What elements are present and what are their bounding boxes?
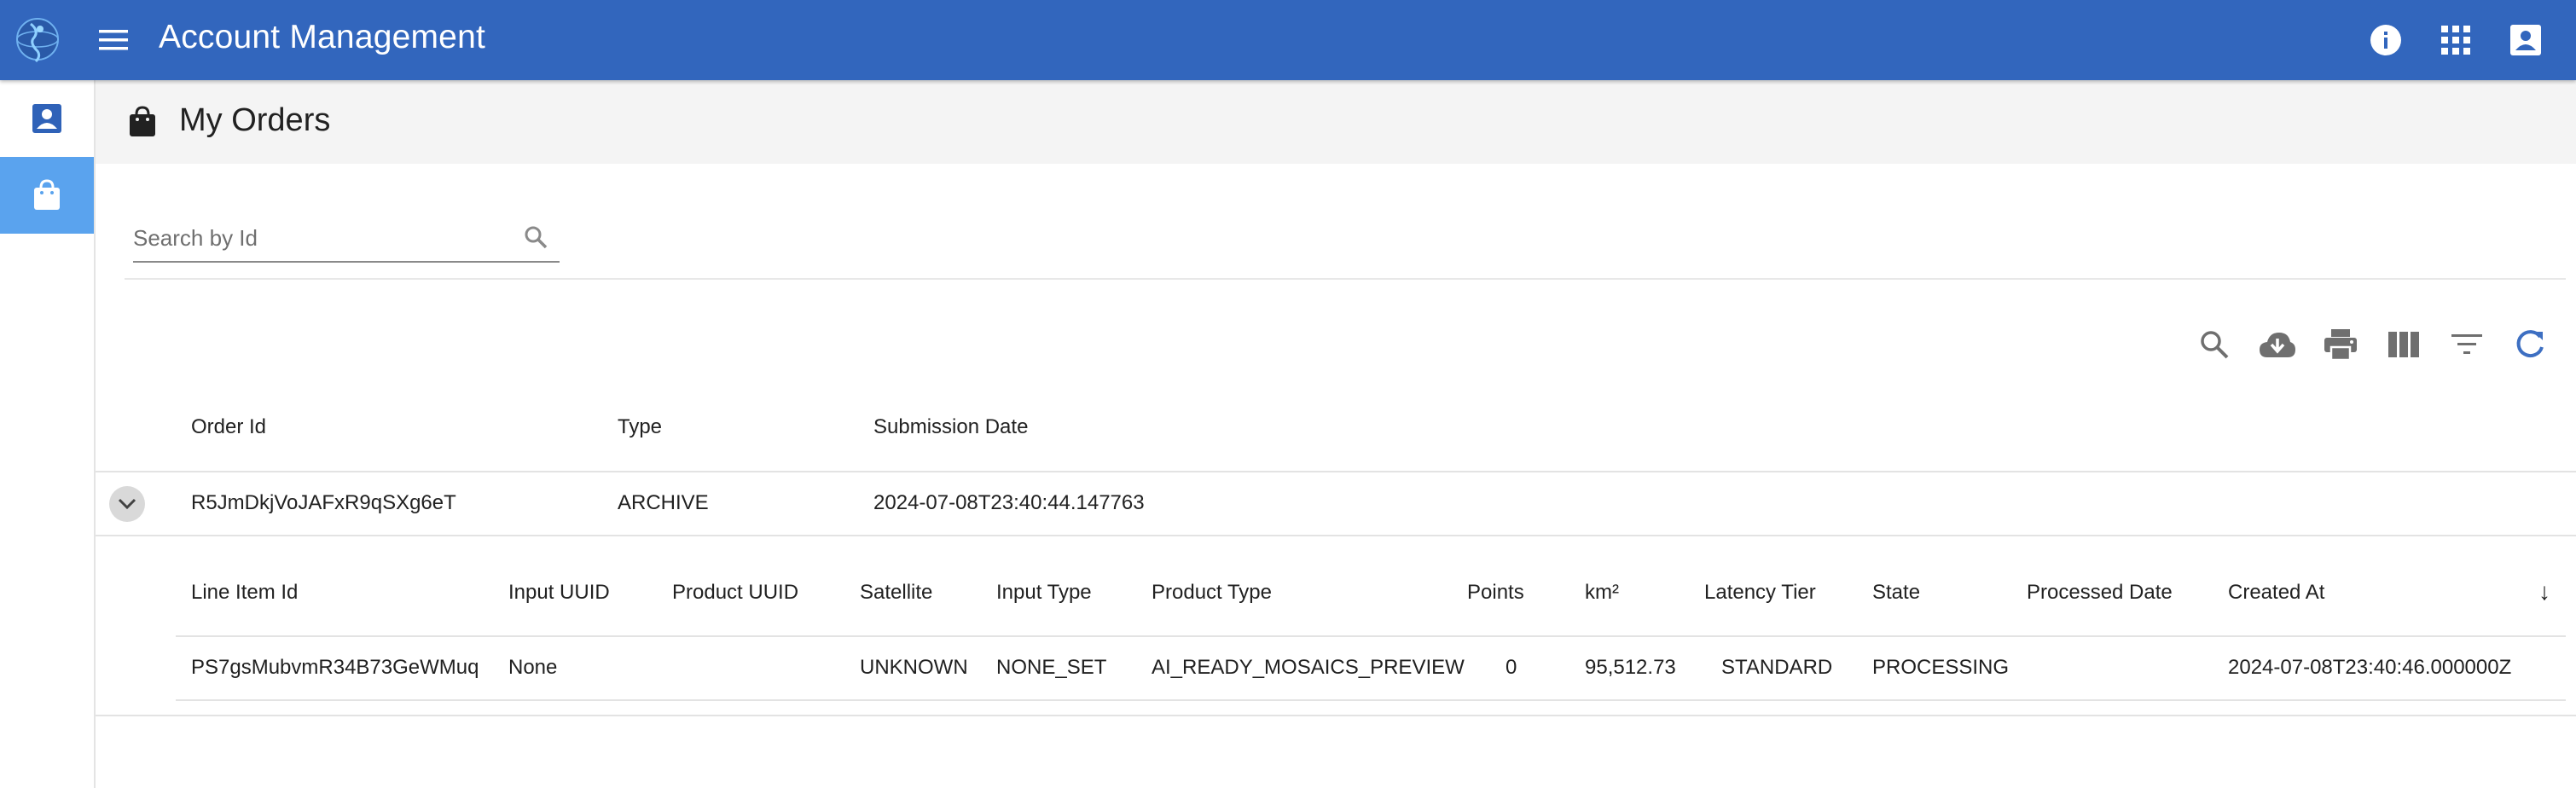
filter-button[interactable] (2446, 324, 2487, 365)
expand-row-button[interactable] (109, 486, 145, 522)
refresh-icon (2516, 330, 2544, 358)
print-button[interactable] (2320, 324, 2361, 365)
column-header-state[interactable]: State (1872, 581, 1920, 605)
order-id-cell: R5JmDkjVoJAFxR9qSXg6eT (191, 491, 456, 514)
app-title: Account Management (159, 19, 485, 55)
column-header-processed-date[interactable]: Processed Date (2027, 581, 2173, 605)
apps-button[interactable] (2436, 20, 2475, 60)
page-header: My Orders (96, 80, 2576, 164)
points-cell: 0 (1506, 656, 1517, 679)
print-icon (2324, 329, 2357, 361)
info-icon (2370, 25, 2401, 55)
input-uuid-cell: None (508, 656, 558, 679)
refresh-button[interactable] (2509, 324, 2550, 365)
column-header-product-uuid[interactable]: Product UUID (672, 581, 798, 605)
sidebar-item-account[interactable] (0, 80, 94, 157)
header-divider (96, 471, 2576, 472)
search-icon[interactable] (522, 223, 549, 251)
column-header-latency-tier[interactable]: Latency Tier (1704, 581, 1816, 605)
menu-icon (99, 30, 128, 50)
column-header-input-type[interactable]: Input Type (996, 581, 1092, 605)
km2-cell: 95,512.73 (1585, 656, 1676, 679)
apps-grid-icon (2441, 26, 2470, 55)
filter-list-icon (2451, 334, 2482, 354)
menu-button[interactable] (94, 20, 133, 60)
shopping-bag-icon (128, 106, 162, 140)
satellite-cell: UNKNOWN (860, 656, 968, 679)
table-search-button[interactable] (2194, 324, 2235, 365)
divider (125, 278, 2566, 280)
subheader-divider (176, 635, 2566, 637)
subrow-divider (176, 699, 2566, 701)
search-icon (2201, 331, 2229, 359)
column-header-satellite[interactable]: Satellite (860, 581, 932, 605)
column-header-product-type[interactable]: Product Type (1152, 581, 1272, 605)
column-header-input-uuid[interactable]: Input UUID (508, 581, 610, 605)
top-app-bar: Account Management (0, 0, 2576, 80)
column-header-km2[interactable]: km² (1585, 581, 1619, 605)
column-header-type[interactable]: Type (618, 415, 662, 439)
account-box-icon (2510, 25, 2541, 55)
created-at-cell: 2024-07-08T23:40:46.000000Z (2228, 656, 2512, 679)
state-cell: PROCESSING (1872, 656, 2010, 679)
view-column-icon (2388, 332, 2419, 357)
column-header-submission-date[interactable]: Submission Date (873, 415, 1028, 439)
line-item-id-cell: PS7gsMubvmR34B73GeWMuq (191, 656, 479, 679)
globe-logo-icon[interactable] (12, 9, 63, 70)
sort-arrow-icon[interactable]: ↓ (2538, 578, 2550, 605)
column-header-created-at[interactable]: Created At (2228, 581, 2324, 605)
account-button[interactable] (2506, 20, 2545, 60)
column-header-line-item-id[interactable]: Line Item Id (191, 581, 298, 605)
chevron-down-icon (118, 498, 136, 510)
product-type-cell: AI_READY_MOSAICS_PREVIEW (1152, 656, 1465, 679)
column-header-points[interactable]: Points (1467, 581, 1524, 605)
row-divider (96, 535, 2576, 536)
sidebar-nav (0, 80, 96, 788)
order-type-cell: ARCHIVE (618, 491, 709, 514)
download-button[interactable] (2257, 324, 2298, 365)
sidebar-item-orders[interactable] (0, 157, 94, 234)
input-type-cell: NONE_SET (996, 656, 1107, 679)
account-box-icon (32, 104, 61, 133)
info-button[interactable] (2366, 20, 2405, 60)
search-input[interactable] (133, 218, 508, 258)
column-header-order-id[interactable]: Order Id (191, 415, 266, 439)
cloud-download-icon (2260, 333, 2295, 357)
shopping-bag-icon (34, 179, 60, 210)
table-bottom-divider (96, 715, 2576, 716)
latency-tier-cell: STANDARD (1721, 656, 1833, 679)
submission-date-cell: 2024-07-08T23:40:44.147763 (873, 491, 1145, 514)
search-field (133, 215, 560, 263)
columns-button[interactable] (2383, 324, 2424, 365)
page-title: My Orders (179, 102, 331, 138)
